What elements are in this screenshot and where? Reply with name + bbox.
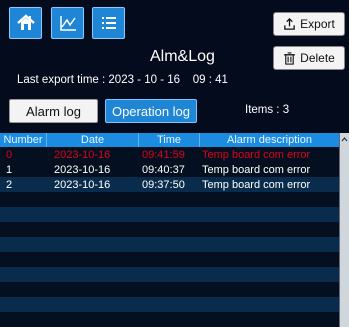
list-button[interactable] bbox=[92, 7, 125, 39]
empty-row bbox=[0, 192, 340, 207]
line-chart-icon bbox=[59, 16, 76, 31]
table-scrollbar[interactable] bbox=[339, 133, 349, 327]
table-row[interactable]: 2 2023-10-16 09:37:50 Temp board com err… bbox=[0, 177, 340, 192]
empty-row bbox=[0, 237, 340, 252]
delete-label: Delete bbox=[300, 51, 335, 65]
empty-row bbox=[0, 312, 340, 327]
tab-operation-log[interactable]: Operation log bbox=[105, 99, 197, 123]
alarm-log-screen: Export Delete Alm&Log Last export time :… bbox=[0, 0, 349, 327]
header-alarm-description: Alarm description bbox=[200, 133, 340, 147]
trend-button[interactable] bbox=[51, 7, 84, 39]
alarm-log-table: Number Date Time Alarm description 0 202… bbox=[0, 133, 349, 327]
delete-button[interactable]: Delete bbox=[273, 46, 345, 70]
last-export-time: Last export time : 2023 - 10 - 16 09 : 4… bbox=[17, 74, 228, 86]
items-count: Items : 3 bbox=[245, 104, 290, 116]
header-time: Time bbox=[139, 133, 200, 147]
table-row[interactable]: 0 2023-10-16 09:41:59 Temp board com err… bbox=[0, 147, 340, 162]
chevron-up-icon bbox=[341, 137, 348, 142]
empty-row bbox=[0, 297, 340, 312]
trash-icon bbox=[284, 51, 296, 65]
page-title: Alm&Log bbox=[150, 48, 215, 65]
tab-alarm-log[interactable]: Alarm log bbox=[9, 99, 98, 123]
table-rows: 0 2023-10-16 09:41:59 Temp board com err… bbox=[0, 147, 340, 327]
header-number: Number bbox=[0, 133, 47, 147]
empty-row bbox=[0, 267, 340, 282]
export-icon bbox=[284, 17, 295, 30]
home-icon bbox=[16, 14, 35, 30]
empty-row bbox=[0, 222, 340, 237]
export-button[interactable]: Export bbox=[273, 12, 345, 36]
scroll-up-button[interactable] bbox=[340, 135, 349, 145]
table-header: Number Date Time Alarm description bbox=[0, 133, 340, 147]
export-label: Export bbox=[300, 17, 335, 31]
empty-row bbox=[0, 207, 340, 222]
empty-row bbox=[0, 282, 340, 297]
header-date: Date bbox=[47, 133, 139, 147]
empty-row bbox=[0, 252, 340, 267]
home-button[interactable] bbox=[9, 7, 42, 39]
table-row[interactable]: 1 2023-10-16 09:40:37 Temp board com err… bbox=[0, 162, 340, 177]
list-icon bbox=[101, 17, 116, 29]
